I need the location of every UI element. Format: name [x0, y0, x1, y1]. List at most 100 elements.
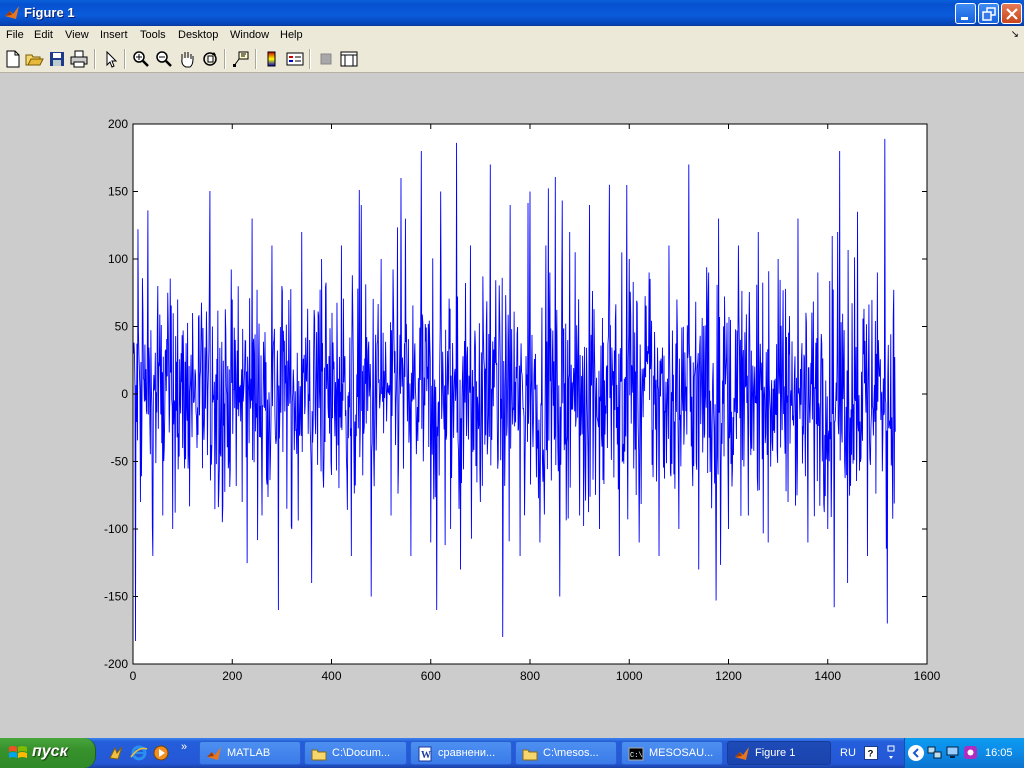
open-file-button[interactable]: [24, 49, 44, 69]
new-figure-button[interactable]: [3, 49, 23, 69]
show-plot-tools-button[interactable]: [339, 49, 359, 69]
y-tick-label: -150: [104, 590, 128, 604]
menu-insert[interactable]: Insert: [100, 29, 128, 41]
task-documents-folder[interactable]: C:\Docum...: [304, 741, 407, 765]
start-button[interactable]: пуск: [0, 738, 96, 768]
windows-logo-icon: [9, 746, 27, 758]
app-tray-icon[interactable]: [963, 745, 978, 760]
svg-text:W: W: [421, 750, 431, 761]
folder-icon: [311, 749, 327, 761]
language-bar-options-icon[interactable]: [886, 743, 896, 763]
y-tick-label: 0: [121, 387, 128, 401]
language-help-icon[interactable]: ?: [864, 746, 878, 760]
toolbar-separator: [224, 49, 226, 69]
open-folder-icon: [25, 54, 44, 66]
zoom-out-icon: [156, 51, 172, 67]
show-plot-tools-icon: [340, 51, 358, 67]
rotate-3d-icon: [203, 52, 217, 66]
menu-help[interactable]: Help: [280, 29, 303, 41]
matlab-icon: [207, 747, 221, 760]
chevron-left-icon[interactable]: [908, 745, 924, 761]
data-cursor-button[interactable]: [231, 49, 251, 69]
task-figure-1[interactable]: Figure 1: [727, 741, 831, 765]
matlab-icon: [5, 6, 19, 19]
y-tick-label: 50: [115, 320, 129, 334]
window-title: Figure 1: [24, 5, 75, 20]
task-label: Figure 1: [755, 747, 796, 759]
y-tick-label: 150: [108, 185, 128, 199]
edit-plot-button[interactable]: [101, 49, 121, 69]
maximize-button[interactable]: [978, 3, 999, 24]
toolbar-separator: [255, 49, 257, 69]
internet-explorer-icon[interactable]: [130, 744, 148, 762]
y-tick-label: 200: [108, 117, 128, 131]
toolbar-separator: [94, 49, 96, 69]
menu-tools[interactable]: Tools: [140, 29, 166, 41]
command-prompt-icon: C:\: [628, 747, 644, 761]
menu-edit[interactable]: Edit: [34, 29, 53, 41]
system-tray: 16:05: [904, 738, 1024, 768]
x-tick-label: 800: [520, 669, 540, 683]
y-tick-label: -200: [104, 657, 128, 671]
minimize-button[interactable]: [955, 3, 976, 24]
insert-colorbar-button[interactable]: [262, 49, 282, 69]
zoom-in-button[interactable]: [131, 49, 151, 69]
quicklaunch-more-button[interactable]: »: [181, 741, 187, 753]
show-desktop-icon[interactable]: [107, 744, 125, 762]
rotate-3d-button[interactable]: [200, 49, 220, 69]
x-tick-label: 200: [222, 669, 242, 683]
task-label: MATLAB: [227, 747, 271, 759]
y-tick-label: -50: [111, 455, 129, 469]
new-document-icon: [6, 50, 20, 68]
legend-icon: [286, 52, 304, 66]
menu-desktop[interactable]: Desktop: [178, 29, 218, 41]
menu-view[interactable]: View: [65, 29, 89, 41]
close-button[interactable]: [1001, 3, 1022, 24]
minimize-icon: [961, 17, 968, 20]
menu-overflow-icon[interactable]: ↘: [1011, 29, 1019, 40]
printer-icon: [70, 50, 88, 68]
start-label: пуск: [32, 743, 68, 760]
network-icon[interactable]: [927, 745, 942, 760]
task-label: C:\Docum...: [332, 747, 391, 759]
y-tick-label: 100: [108, 252, 128, 266]
pan-button[interactable]: [177, 49, 197, 69]
arrow-cursor-icon: [106, 50, 118, 68]
word-document-icon: W: [418, 746, 432, 762]
x-tick-label: 1600: [914, 669, 941, 683]
task-mesos-folder[interactable]: C:\mesos...: [515, 741, 617, 765]
close-icon: [1006, 8, 1018, 20]
restore-icon: [982, 7, 996, 21]
toolbar-separator: [124, 49, 126, 69]
save-button[interactable]: [47, 49, 67, 69]
media-player-icon[interactable]: [152, 744, 170, 762]
x-tick-label: 1200: [715, 669, 742, 683]
svg-text:C:\: C:\: [630, 752, 643, 760]
language-indicator[interactable]: RU: [840, 747, 856, 759]
insert-legend-button[interactable]: [285, 49, 305, 69]
task-matlab[interactable]: MATLAB: [199, 741, 301, 765]
hide-plot-tools-icon: [320, 53, 332, 65]
svg-text:?: ?: [868, 747, 874, 758]
task-label: C:\mesos...: [543, 747, 599, 759]
matlab-icon: [735, 747, 749, 760]
menu-file[interactable]: File: [6, 29, 24, 41]
y-tick-label: -100: [104, 522, 128, 536]
x-tick-label: 1400: [814, 669, 841, 683]
x-tick-label: 400: [321, 669, 341, 683]
menu-window[interactable]: Window: [230, 29, 269, 41]
figure-canvas[interactable]: 0 200 400 600 800 1000 1200 1400 1600 200 150 100 5…: [0, 73, 1024, 738]
hide-plot-tools-button[interactable]: [316, 49, 336, 69]
task-word-document[interactable]: W сравнени...: [410, 741, 512, 765]
display-icon[interactable]: [945, 745, 960, 760]
zoom-out-button[interactable]: [154, 49, 174, 69]
menu-bar: File Edit View Insert Tools Desktop Wind…: [0, 26, 1024, 45]
folder-icon: [522, 749, 538, 761]
colorbar-icon: [267, 51, 276, 67]
print-button[interactable]: [69, 49, 89, 69]
title-bar[interactable]: Figure 1: [0, 0, 1024, 26]
pan-hand-icon: [181, 52, 194, 68]
x-tick-label: 1000: [616, 669, 643, 683]
figure-toolbar: [0, 45, 1024, 73]
task-command-prompt[interactable]: C:\ MESOSAU...: [621, 741, 723, 765]
